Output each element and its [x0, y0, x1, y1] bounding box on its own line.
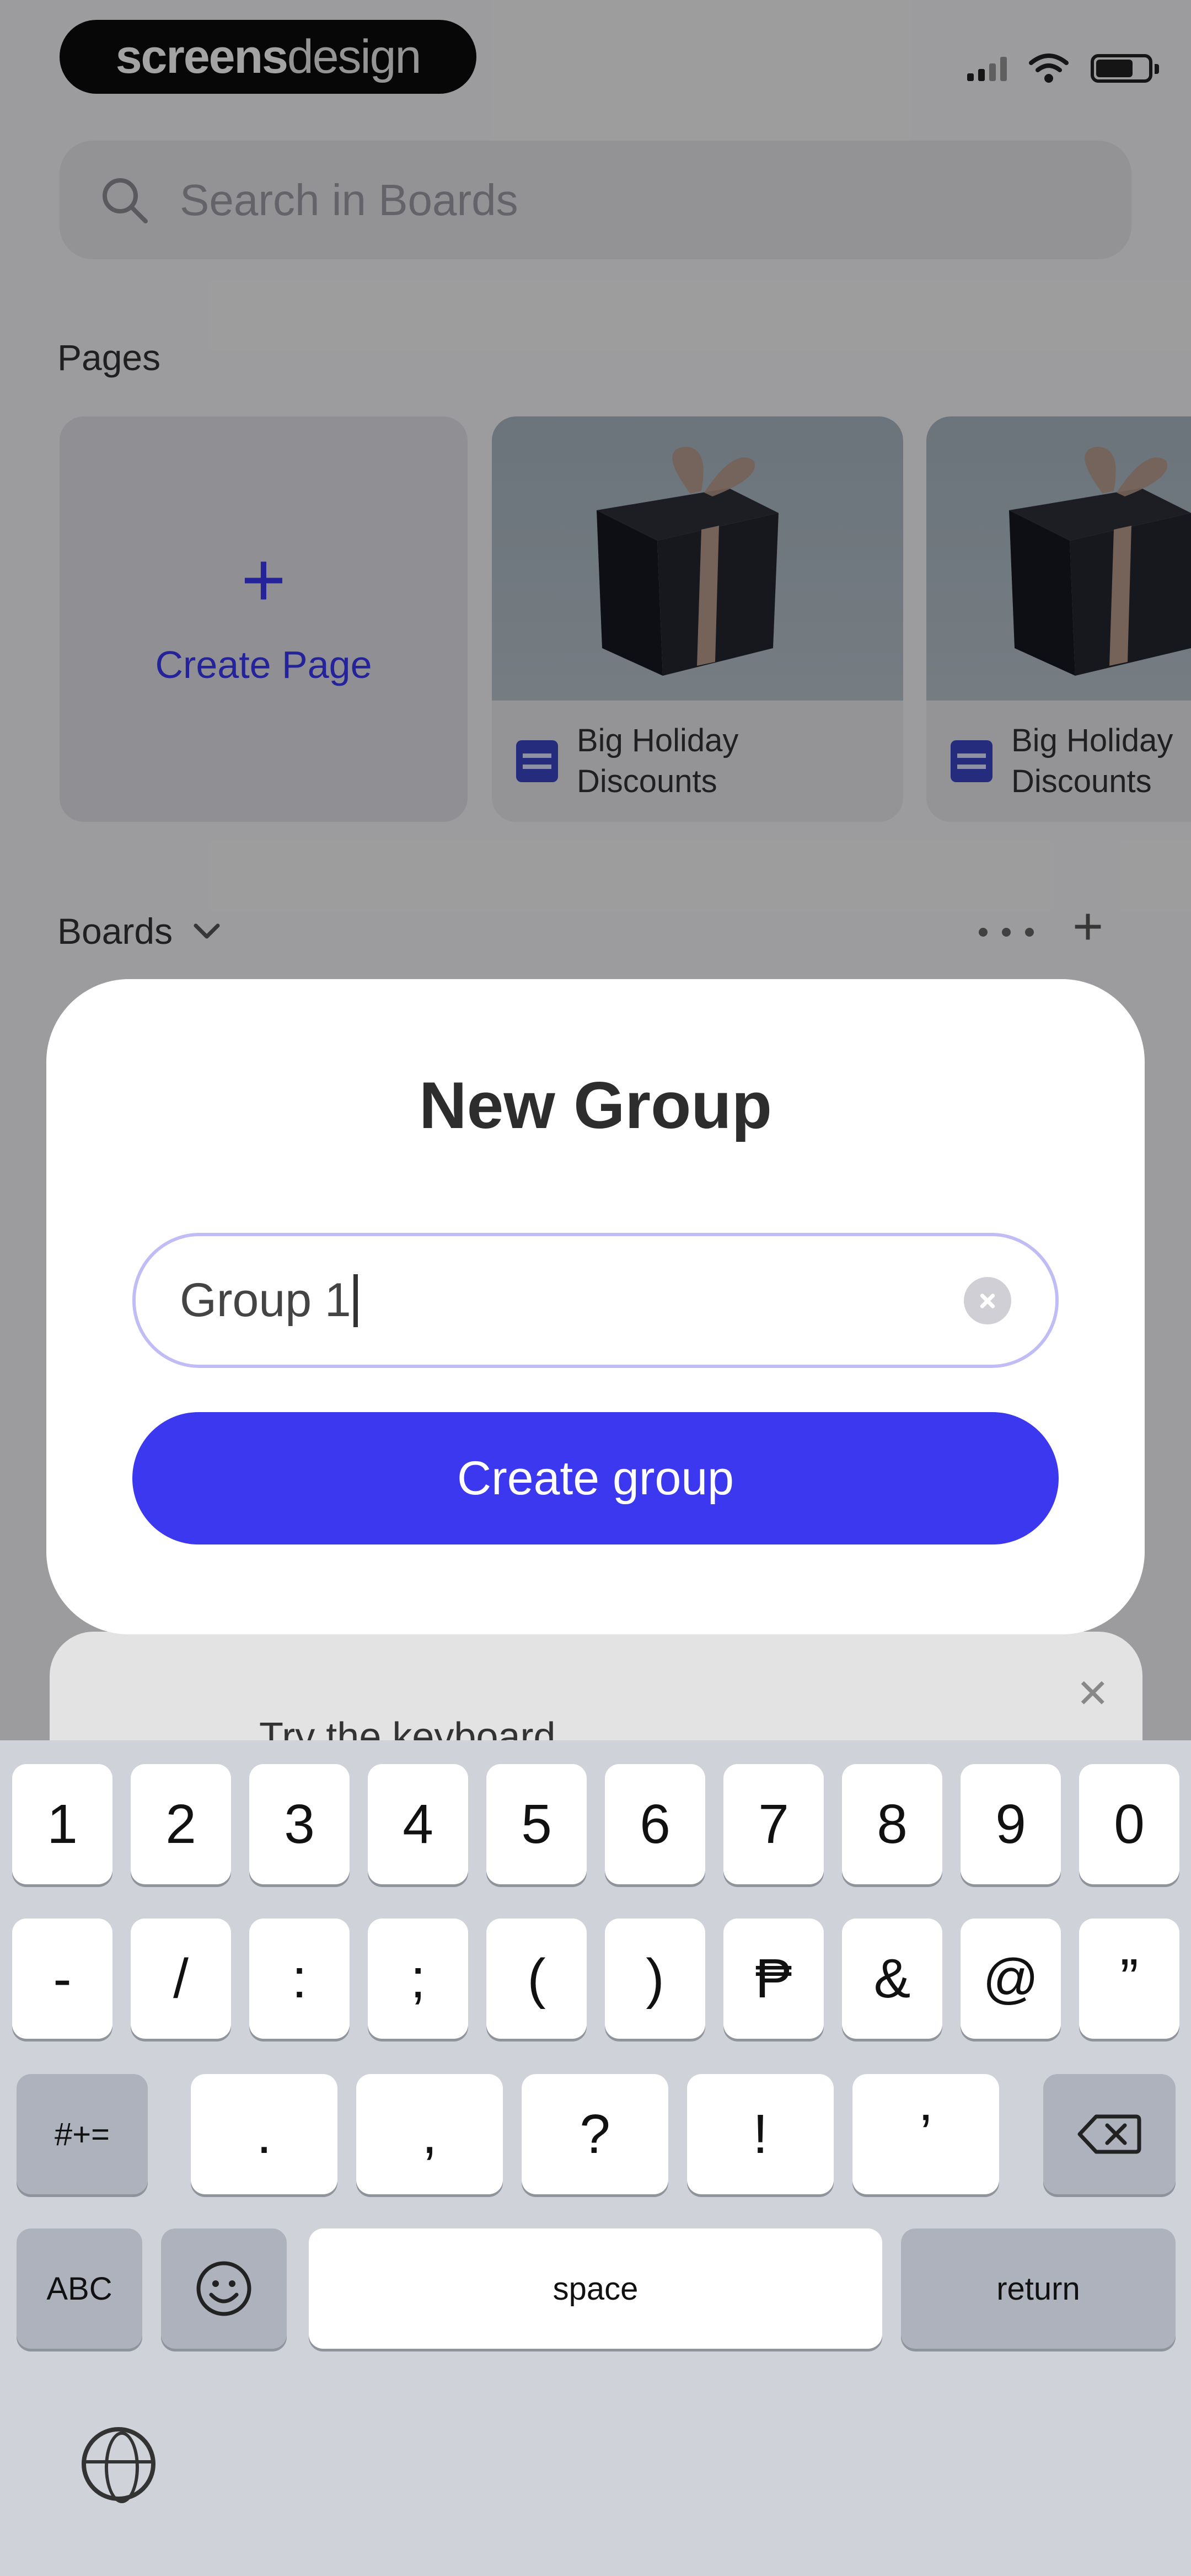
group-name-value: Group 1: [180, 1274, 351, 1327]
key-8[interactable]: 8: [842, 1764, 942, 1884]
key-1[interactable]: 1: [12, 1764, 112, 1884]
key-0[interactable]: 0: [1079, 1764, 1179, 1884]
key-4[interactable]: 4: [368, 1764, 468, 1884]
key-comma[interactable]: ,: [356, 2074, 503, 2194]
key-slash[interactable]: /: [131, 1918, 231, 2039]
key-3[interactable]: 3: [249, 1764, 350, 1884]
key-9[interactable]: 9: [961, 1764, 1061, 1884]
dialog-title: New Group: [419, 1068, 772, 1142]
symbols-key[interactable]: #+=: [17, 2074, 148, 2194]
key-quote[interactable]: ”: [1079, 1918, 1179, 2039]
key-ampersand[interactable]: &: [842, 1918, 942, 2039]
text-caret: [353, 1274, 358, 1327]
delete-icon: [1077, 2114, 1141, 2154]
space-key[interactable]: space: [309, 2228, 882, 2349]
key-exclamation[interactable]: !: [687, 2074, 834, 2194]
key-2[interactable]: 2: [131, 1764, 231, 1884]
key-period[interactable]: .: [191, 2074, 337, 2194]
globe-icon[interactable]: [82, 2427, 155, 2503]
key-colon[interactable]: :: [249, 1918, 350, 2039]
key-hyphen[interactable]: -: [12, 1918, 112, 2039]
close-icon[interactable]: ✕: [1076, 1670, 1109, 1717]
key-6[interactable]: 6: [605, 1764, 705, 1884]
group-name-input[interactable]: Group 1: [132, 1233, 1059, 1368]
key-7[interactable]: 7: [723, 1764, 824, 1884]
emoji-key[interactable]: [161, 2228, 287, 2349]
return-key[interactable]: return: [901, 2228, 1176, 2349]
key-open-paren[interactable]: (: [486, 1918, 587, 2039]
key-currency[interactable]: ₱: [723, 1918, 824, 2039]
clear-icon[interactable]: [964, 1276, 1011, 1324]
delete-key[interactable]: [1043, 2074, 1176, 2194]
key-close-paren[interactable]: ): [605, 1918, 705, 2039]
key-at[interactable]: @: [961, 1918, 1061, 2039]
new-group-dialog: New Group Group 1 Create group: [46, 979, 1145, 1634]
key-5[interactable]: 5: [486, 1764, 587, 1884]
key-semicolon[interactable]: ;: [368, 1918, 468, 2039]
abc-key[interactable]: ABC: [17, 2228, 142, 2349]
keyboard: 1 2 3 4 5 6 7 8 9 0 - / : ; ( ) ₱ & @ ” …: [0, 1740, 1191, 2576]
key-apostrophe[interactable]: ’: [852, 2074, 999, 2194]
key-question[interactable]: ?: [522, 2074, 668, 2194]
create-group-button[interactable]: Create group: [132, 1412, 1059, 1544]
emoji-icon: [196, 2261, 251, 2316]
